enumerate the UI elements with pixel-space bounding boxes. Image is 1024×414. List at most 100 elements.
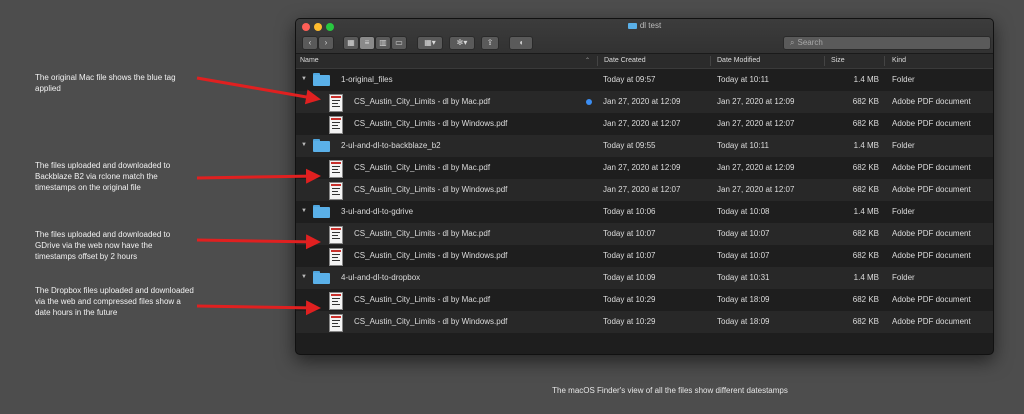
item-date-created: Today at 10:29	[603, 295, 656, 304]
item-kind: Adobe PDF document	[892, 295, 971, 304]
column-date-modified[interactable]: Date Modified	[717, 57, 760, 64]
list-view-button[interactable]: ≡	[359, 36, 375, 50]
item-date-modified: Jan 27, 2020 at 12:07	[717, 185, 795, 194]
toolbar: dl test ‹ › ▦ ≡ ▥ ▭ ▦▾ ✻▾ ⇪ ◖ ⌕ Search	[296, 19, 993, 54]
column-header: Name ⌃ Date Created Date Modified Size K…	[296, 54, 993, 69]
folder-icon	[627, 23, 637, 29]
disclosure-triangle-icon[interactable]: ▼	[301, 208, 307, 214]
icon-view-button[interactable]: ▦	[343, 36, 359, 50]
item-size: 682 KB	[852, 97, 879, 106]
item-name: CS_Austin_City_Limits - dl by Mac.pdf	[354, 295, 491, 304]
folder-row[interactable]: ▼ 3-ul-and-dl-to-gdrive Today at 10:06 Toda…	[296, 201, 993, 223]
item-name: CS_Austin_City_Limits - dl by Mac.pdf	[354, 163, 491, 172]
item-date-modified: Today at 10:31	[717, 273, 770, 282]
item-date-modified: Jan 27, 2020 at 12:09	[717, 97, 795, 106]
file-row[interactable]: CS_Austin_City_Limits - dl by Windows.pd…	[296, 113, 993, 135]
caption: The macOS Finder's view of all the files…	[552, 386, 788, 395]
item-date-modified: Today at 18:09	[717, 295, 770, 304]
file-row[interactable]: CS_Austin_City_Limits - dl by Mac.pdf Jan…	[296, 157, 993, 179]
item-size: 682 KB	[852, 317, 879, 326]
folder-icon	[313, 205, 330, 218]
item-kind: Folder	[892, 273, 915, 282]
item-name: CS_Austin_City_Limits - dl by Windows.pd…	[354, 317, 508, 326]
group-icon: ▦▾	[424, 38, 436, 47]
item-date-modified: Jan 27, 2020 at 12:07	[717, 119, 795, 128]
item-size: 1.4 MB	[853, 207, 879, 216]
pdf-file-icon	[329, 314, 343, 332]
item-size: 682 KB	[852, 119, 879, 128]
file-row[interactable]: CS_Austin_City_Limits - dl by Mac.pdf Tod…	[296, 223, 993, 245]
file-row[interactable]: CS_Austin_City_Limits - dl by Mac.pdf Jan…	[296, 91, 993, 113]
item-kind: Folder	[892, 75, 915, 84]
gear-icon: ✻▾	[456, 38, 468, 47]
item-name: CS_Austin_City_Limits - dl by Windows.pd…	[354, 251, 508, 260]
item-size: 1.4 MB	[853, 273, 879, 282]
item-date-created: Jan 27, 2020 at 12:09	[603, 163, 681, 172]
disclosure-triangle-icon[interactable]: ▼	[301, 274, 307, 280]
window-title: dl test	[296, 21, 993, 30]
item-date-created: Today at 09:57	[603, 75, 656, 84]
item-date-modified: Today at 10:11	[717, 141, 769, 150]
gallery-view-button[interactable]: ▭	[391, 36, 407, 50]
share-icon: ⇪	[486, 38, 494, 47]
group-button[interactable]: ▦▾	[417, 36, 443, 50]
disclosure-triangle-icon[interactable]: ▼	[301, 142, 307, 148]
item-kind: Adobe PDF document	[892, 119, 971, 128]
item-name: 2-ul-and-dl-to-backblaze_b2	[341, 141, 441, 150]
folder-row[interactable]: ▼ 4-ul-and-dl-to-dropbox Today at 10:09 Tod…	[296, 267, 993, 289]
item-size: 682 KB	[852, 163, 879, 172]
column-view-button[interactable]: ▥	[375, 36, 391, 50]
folder-icon	[313, 73, 330, 86]
blue-tag-icon	[586, 99, 592, 105]
pdf-file-icon	[329, 248, 343, 266]
item-date-created: Jan 27, 2020 at 12:07	[603, 185, 681, 194]
item-date-created: Today at 10:29	[603, 317, 656, 326]
item-date-created: Today at 10:07	[603, 251, 656, 260]
item-date-created: Today at 09:55	[603, 141, 656, 150]
item-size: 682 KB	[852, 295, 879, 304]
item-date-modified: Today at 18:09	[717, 317, 770, 326]
list-view-icon: ≡	[364, 38, 370, 47]
tags-button[interactable]: ◖	[509, 36, 533, 50]
item-date-modified: Today at 10:07	[717, 251, 770, 260]
search-field[interactable]: ⌕ Search	[783, 36, 991, 50]
file-row[interactable]: CS_Austin_City_Limits - dl by Mac.pdf Tod…	[296, 289, 993, 311]
item-date-created: Jan 27, 2020 at 12:09	[603, 97, 681, 106]
file-row[interactable]: CS_Austin_City_Limits - dl by Windows.pd…	[296, 311, 993, 333]
folder-row[interactable]: ▼ 1-original_files Today at 09:57 Today at …	[296, 69, 993, 91]
pdf-file-icon	[329, 94, 343, 112]
item-name: CS_Austin_City_Limits - dl by Windows.pd…	[354, 185, 508, 194]
forward-button[interactable]: ›	[318, 36, 334, 50]
pdf-file-icon	[329, 226, 343, 244]
column-date-created[interactable]: Date Created	[604, 57, 646, 64]
item-name: CS_Austin_City_Limits - dl by Windows.pd…	[354, 119, 508, 128]
annotation-backblaze: The files uploaded and downloaded to Bac…	[35, 161, 171, 192]
search-placeholder: Search	[797, 38, 823, 47]
file-row[interactable]: CS_Austin_City_Limits - dl by Windows.pd…	[296, 179, 993, 201]
back-button[interactable]: ‹	[302, 36, 318, 50]
item-size: 1.4 MB	[853, 141, 879, 150]
finder-window: dl test ‹ › ▦ ≡ ▥ ▭ ▦▾ ✻▾ ⇪ ◖ ⌕ Search Na…	[295, 18, 994, 355]
item-kind: Folder	[892, 141, 915, 150]
item-name: 1-original_files	[341, 75, 393, 84]
item-kind: Adobe PDF document	[892, 185, 971, 194]
file-row[interactable]: CS_Austin_City_Limits - dl by Windows.pd…	[296, 245, 993, 267]
forward-icon: ›	[324, 38, 328, 47]
folder-row[interactable]: ▼ 2-ul-and-dl-to-backblaze_b2 Today at 09:…	[296, 135, 993, 157]
item-kind: Adobe PDF document	[892, 229, 971, 238]
column-size[interactable]: Size	[831, 57, 845, 64]
column-name[interactable]: Name	[300, 57, 319, 64]
pdf-file-icon	[329, 116, 343, 134]
share-button[interactable]: ⇪	[481, 36, 499, 50]
back-icon: ‹	[308, 38, 312, 47]
column-view-icon: ▥	[379, 38, 387, 47]
item-date-modified: Today at 10:08	[717, 207, 770, 216]
action-button[interactable]: ✻▾	[449, 36, 475, 50]
item-date-created: Jan 27, 2020 at 12:07	[603, 119, 681, 128]
item-size: 1.4 MB	[853, 75, 879, 84]
folder-icon	[313, 271, 330, 284]
disclosure-triangle-icon[interactable]: ▼	[301, 76, 307, 82]
item-name: CS_Austin_City_Limits - dl by Mac.pdf	[354, 229, 491, 238]
column-kind[interactable]: Kind	[892, 57, 906, 64]
item-size: 682 KB	[852, 185, 879, 194]
